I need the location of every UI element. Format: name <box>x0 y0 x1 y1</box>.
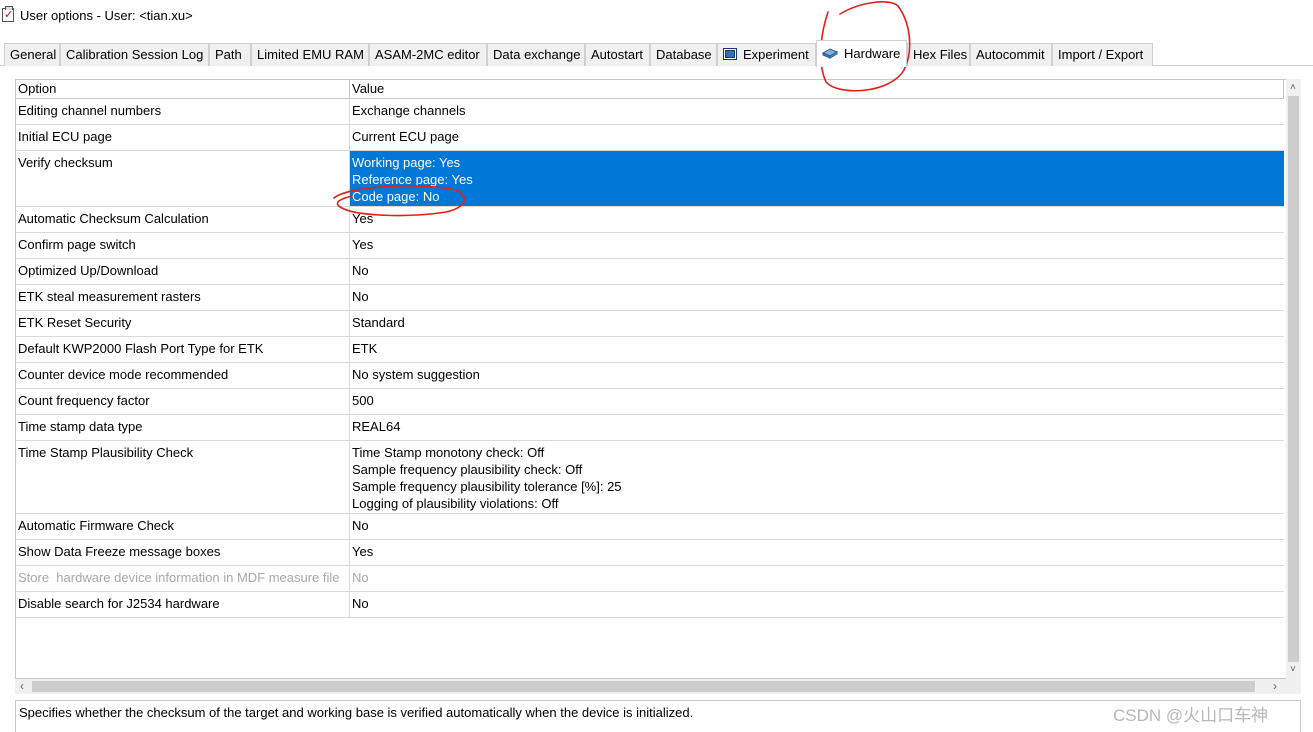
description-text: Specifies whether the checksum of the ta… <box>19 705 694 720</box>
tab-strip: General Calibration Session Log Path Lim… <box>0 40 1313 67</box>
option-value[interactable]: Exchange channels <box>350 99 1284 124</box>
option-value[interactable]: No <box>350 592 1284 617</box>
title-bar: ✓ User options - User: <tian.xu> <box>0 0 1313 32</box>
option-value: No <box>352 570 369 585</box>
table-row[interactable]: Count frequency factor 500 <box>16 389 1284 415</box>
option-value[interactable]: REAL64 <box>350 415 1284 440</box>
tab-experiment[interactable]: Experiment <box>717 43 816 66</box>
option-value[interactable]: Standard <box>350 311 1284 336</box>
table-row[interactable]: Editing channel numbers Exchange channel… <box>16 99 1284 125</box>
tab-autocommit[interactable]: Autocommit <box>970 43 1052 66</box>
table-row[interactable]: ETK Reset Security Standard <box>16 311 1284 337</box>
scroll-right-icon[interactable]: › <box>1273 680 1277 692</box>
option-value[interactable]: Time Stamp monotony check: Off Sample fr… <box>350 441 1284 513</box>
grid-header: Option Value <box>16 80 1284 99</box>
option-name: ETK Reset Security <box>16 311 350 336</box>
scroll-up-icon[interactable]: ˄ <box>1290 83 1296 93</box>
option-name: Disable search for J2534 hardware <box>16 592 350 617</box>
option-name: Time stamp data type <box>16 415 350 440</box>
options-grid: Option Value Editing channel numbers Exc… <box>15 79 1301 679</box>
scrollbar-corner <box>1286 679 1301 694</box>
table-row-disabled: Store hardware device information in MDF… <box>16 566 1284 592</box>
table-row[interactable]: Default KWP2000 Flash Port Type for ETK … <box>16 337 1284 363</box>
option-name: Confirm page switch <box>16 233 350 258</box>
option-name: Editing channel numbers <box>16 99 350 124</box>
table-row[interactable]: Disable search for J2534 hardware No <box>16 592 1284 618</box>
column-header-option[interactable]: Option <box>16 80 350 99</box>
option-value[interactable]: No <box>350 514 1284 539</box>
tab-data-exchange[interactable]: Data exchange <box>487 43 585 66</box>
table-row[interactable]: Time Stamp Plausibility Check Time Stamp… <box>16 441 1284 514</box>
table-row[interactable]: Confirm page switch Yes <box>16 233 1284 259</box>
tab-database[interactable]: Database <box>650 43 717 66</box>
watermark: CSDN @火山口车神 <box>1113 706 1269 725</box>
option-name: Show Data Freeze message boxes <box>16 540 350 565</box>
hardware-icon <box>821 42 839 67</box>
horizontal-scrollbar[interactable]: ‹ › <box>15 679 1286 694</box>
horizontal-scroll-thumb[interactable] <box>32 681 1255 692</box>
option-name: Optimized Up/Download <box>16 259 350 284</box>
vertical-scrollbar[interactable]: ˄ ˅ <box>1286 79 1301 679</box>
checklist-icon: ✓ <box>2 6 14 22</box>
table-row[interactable]: Automatic Firmware Check No <box>16 514 1284 540</box>
tab-limited-emu-ram[interactable]: Limited EMU RAM <box>251 43 369 66</box>
option-name: Automatic Checksum Calculation <box>16 207 350 232</box>
option-name: Default KWP2000 Flash Port Type for ETK <box>16 337 350 362</box>
table-row[interactable]: Verify checksum Working page: Yes Refere… <box>16 151 1284 207</box>
option-name: Store hardware device information in MDF… <box>16 566 350 591</box>
option-value[interactable]: Yes <box>350 207 1284 232</box>
option-name: Counter device mode recommended <box>16 363 350 388</box>
option-name: Count frequency factor <box>16 389 350 414</box>
option-value[interactable]: Current ECU page <box>350 125 1284 150</box>
option-value-selected[interactable]: Working page: Yes Reference page: Yes Co… <box>350 151 1284 206</box>
tab-hex-files[interactable]: Hex Files <box>907 43 970 66</box>
table-row[interactable]: Show Data Freeze message boxes Yes <box>16 540 1284 566</box>
experiment-icon <box>723 45 737 66</box>
description-bar: Specifies whether the checksum of the ta… <box>15 700 1301 732</box>
option-value[interactable]: ETK <box>350 337 1284 362</box>
table-row[interactable]: ETK steal measurement rasters No <box>16 285 1284 311</box>
tab-calibration-session-log[interactable]: Calibration Session Log <box>60 43 209 66</box>
table-row[interactable]: Initial ECU page Current ECU page <box>16 125 1284 151</box>
option-value[interactable]: Yes <box>350 540 1284 565</box>
scroll-down-icon[interactable]: ˅ <box>1290 665 1296 675</box>
scroll-left-icon[interactable]: ‹ <box>20 680 24 692</box>
option-name: Automatic Firmware Check <box>16 514 350 539</box>
window-title: User options - User: <tian.xu> <box>20 8 193 23</box>
tab-import-export[interactable]: Import / Export <box>1052 43 1153 66</box>
table-row[interactable]: Time stamp data type REAL64 <box>16 415 1284 441</box>
option-value[interactable]: Yes <box>350 233 1284 258</box>
tab-autostart[interactable]: Autostart <box>585 43 650 66</box>
option-name: Time Stamp Plausibility Check <box>16 441 350 513</box>
option-name: Initial ECU page <box>16 125 350 150</box>
table-row[interactable]: Counter device mode recommended No syste… <box>16 363 1284 389</box>
option-value[interactable]: No <box>350 259 1284 284</box>
tab-hardware[interactable]: Hardware <box>816 40 907 67</box>
tab-general[interactable]: General <box>4 43 60 66</box>
tab-asam-2mc-editor[interactable]: ASAM-2MC editor <box>369 43 487 66</box>
option-value[interactable]: No system suggestion <box>350 363 1284 388</box>
option-name: ETK steal measurement rasters <box>16 285 350 310</box>
column-header-value[interactable]: Value <box>350 80 1284 99</box>
tab-path[interactable]: Path <box>209 43 251 66</box>
vertical-scroll-thumb[interactable] <box>1288 96 1299 662</box>
table-row[interactable]: Optimized Up/Download No <box>16 259 1284 285</box>
option-name: Verify checksum <box>16 151 350 206</box>
option-value[interactable]: No <box>350 285 1284 310</box>
table-row[interactable]: Automatic Checksum Calculation Yes <box>16 207 1284 233</box>
option-value[interactable]: 500 <box>350 389 1284 414</box>
